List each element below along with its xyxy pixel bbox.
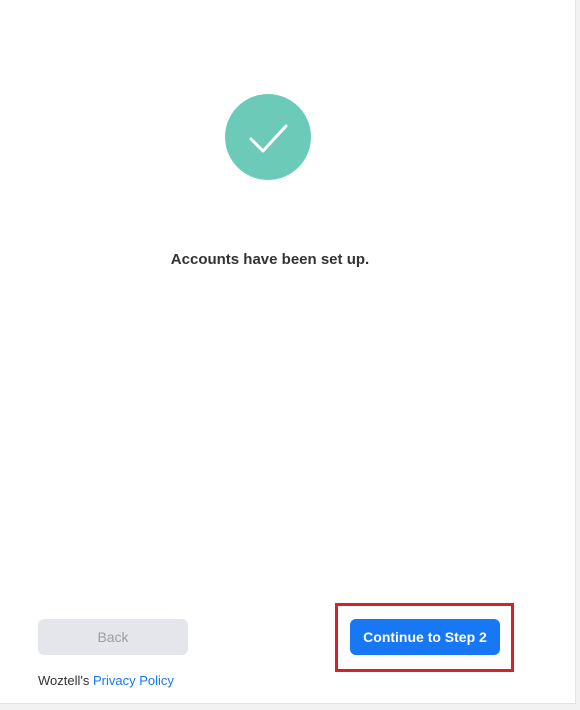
continue-button[interactable]: Continue to Step 2 xyxy=(350,619,500,655)
privacy-policy-link[interactable]: Privacy Policy xyxy=(93,673,174,688)
footer: Woztell's Privacy Policy xyxy=(38,673,174,688)
success-circle xyxy=(225,94,311,180)
footer-prefix: Woztell's xyxy=(38,673,93,688)
back-button[interactable]: Back xyxy=(38,619,188,655)
success-message: Accounts have been set up. xyxy=(170,251,370,268)
checkmark-icon xyxy=(249,124,288,153)
setup-dialog: Accounts have been set up. Back Continue… xyxy=(0,0,576,704)
